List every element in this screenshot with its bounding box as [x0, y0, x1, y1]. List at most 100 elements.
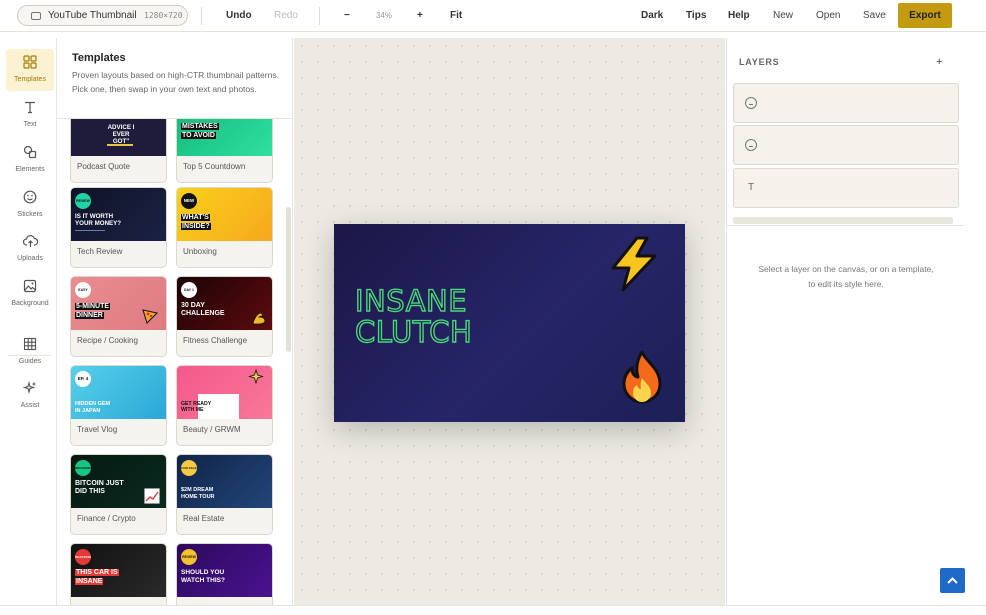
fit-button[interactable]: Fit — [450, 0, 462, 31]
open-button[interactable]: Open — [816, 0, 840, 31]
thumb-text: WHAT'S INSIDE? — [181, 213, 251, 231]
export-button[interactable]: Export — [898, 3, 952, 28]
template-label: Unboxing — [183, 247, 217, 256]
thumb-badge: REVIEW — [75, 193, 91, 209]
thumbnail-canvas[interactable]: INSANE CLUTCH — [334, 224, 685, 422]
thumb-text-line: HOME TOUR — [181, 494, 215, 500]
window-edge — [964, 38, 986, 615]
layers-panel: LAYERS + T Select a layer on the canvas,… — [726, 38, 965, 605]
smiley-icon — [6, 190, 54, 207]
template-label: Fitness Challenge — [183, 336, 248, 345]
tool-text[interactable]: Text — [6, 94, 54, 136]
template-card-tech-review[interactable]: REVIEW IS IT WORTH YOUR MONEY? Tech Revi… — [70, 187, 167, 268]
layer-item[interactable] — [733, 83, 959, 123]
dark-mode-button[interactable]: Dark — [641, 0, 663, 31]
chart-increasing-icon — [144, 488, 160, 504]
document-format-selector[interactable]: YouTube Thumbnail 1280×720 — [17, 5, 188, 26]
thumb-badge: NEW — [181, 193, 197, 209]
tool-elements[interactable]: Elements — [6, 139, 54, 181]
sparkles-icon — [248, 369, 264, 385]
template-label: Podcast Quote — [77, 162, 130, 171]
title-line: CLUTCH — [354, 315, 473, 349]
thumb-text-line: 5-MINUTE — [75, 303, 111, 310]
sparkle-icon — [6, 380, 54, 398]
text-icon: T — [747, 182, 755, 193]
undo-button[interactable]: Undo — [226, 0, 252, 31]
thumb-text-line: $2M DREAM — [181, 487, 214, 493]
template-thumbnail: REACTION THIS CAR IS INSANE — [71, 544, 166, 597]
template-thumbnail: EP. 4 HIDDEN GEM IN JAPAN — [71, 366, 166, 419]
thumb-text-line: INSIDE? — [181, 223, 211, 230]
guides-grid-icon — [6, 337, 54, 354]
template-label: Beauty / GRWM — [183, 425, 241, 434]
thumb-text-line: WHAT'S — [181, 214, 210, 221]
template-label: Top 5 Countdown — [183, 162, 246, 171]
template-card-finance-crypto[interactable]: BREAKING BITCOIN JUST DID THIS Finance /… — [70, 454, 167, 535]
template-card-watch-review[interactable]: REVIEW SHOULD YOU WATCH THIS? — [176, 543, 273, 605]
template-thumbnail: EASY 5-MINUTE DINNER — [71, 277, 166, 330]
template-card-travel-vlog[interactable]: EP. 4 HIDDEN GEM IN JAPAN Travel Vlog — [70, 365, 167, 446]
fire-icon[interactable] — [619, 350, 665, 408]
tool-background[interactable]: Background — [6, 273, 54, 315]
panel-title: Templates — [72, 52, 126, 64]
text-icon — [6, 100, 54, 117]
screen-icon — [31, 12, 41, 20]
upload-cloud-icon — [6, 234, 54, 251]
help-button[interactable]: Help — [728, 0, 750, 31]
thumb-badge: EASY — [75, 282, 91, 298]
tool-templates[interactable]: Templates — [6, 49, 54, 91]
template-card-beauty-grwm[interactable]: GET READY WITH ME Beauty / GRWM — [176, 365, 273, 446]
thumb-text-line: DID THIS — [75, 488, 105, 495]
thumb-text: BITCOIN JUST DID THIS — [75, 480, 145, 496]
layer-item[interactable] — [733, 125, 959, 165]
template-card-reaction[interactable]: REACTION THIS CAR IS INSANE — [70, 543, 167, 605]
tool-assist[interactable]: Assist — [6, 375, 54, 417]
template-card-unboxing[interactable]: NEW WHAT'S INSIDE? Unboxing — [176, 187, 273, 268]
divider — [319, 7, 320, 25]
layers-scrollbar[interactable] — [733, 217, 953, 224]
thumb-text: $2M DREAM HOME TOUR — [181, 487, 251, 501]
template-thumbnail: FOR SALE $2M DREAM HOME TOUR — [177, 455, 272, 508]
new-button[interactable]: New — [773, 0, 793, 31]
redo-button[interactable]: Redo — [274, 0, 298, 31]
template-grid: ADVICE I EVER GOT" Podcast Quote MISTAKE… — [57, 119, 292, 605]
zoom-out-button[interactable]: − — [344, 0, 350, 31]
tool-label: Uploads — [17, 255, 43, 262]
template-card-real-estate[interactable]: FOR SALE $2M DREAM HOME TOUR Real Estate — [176, 454, 273, 535]
tips-button[interactable]: Tips — [686, 0, 706, 31]
tool-guides[interactable]: Guides — [6, 331, 54, 373]
thumb-text: THIS CAR IS INSANE — [75, 569, 145, 586]
templates-scrollbar[interactable] — [286, 207, 291, 352]
template-thumbnail: ADVICE I EVER GOT" — [71, 119, 166, 156]
thumb-text-line: ADVICE I — [107, 124, 135, 131]
scroll-to-top-button[interactable] — [940, 568, 965, 593]
zoom-in-button[interactable]: + — [417, 0, 423, 31]
templates-panel: Templates Proven layouts based on high-C… — [57, 38, 293, 605]
save-button[interactable]: Save — [863, 0, 886, 31]
thumb-text-line: WATCH THIS? — [181, 577, 225, 584]
smiley-icon — [745, 97, 757, 109]
template-card-podcast-quote[interactable]: ADVICE I EVER GOT" Podcast Quote — [70, 119, 167, 183]
template-label: Tech Review — [77, 247, 123, 256]
layer-item[interactable]: T — [733, 168, 959, 208]
shapes-icon — [6, 145, 54, 162]
thumb-text-line: INSANE — [75, 577, 104, 585]
template-label: Real Estate — [183, 514, 225, 523]
tool-uploads[interactable]: Uploads — [6, 228, 54, 270]
tool-stickers[interactable]: Stickers — [6, 184, 54, 226]
divider — [727, 225, 965, 226]
tool-rail: Templates Text Elements Stickers Uploads… — [0, 38, 57, 605]
thumb-badge: FOR SALE — [181, 460, 197, 476]
template-card-fitness-challenge[interactable]: DAY 1 30 DAY CHALLENGE Fitness Challenge — [176, 276, 273, 357]
smiley-icon — [745, 139, 757, 151]
canvas-area[interactable]: INSANE CLUTCH — [294, 38, 725, 605]
tool-label: Guides — [18, 358, 42, 365]
add-layer-button[interactable]: + — [936, 56, 942, 68]
template-card-top-5-countdown[interactable]: MISTAKES TO AVOID Top 5 Countdown — [176, 119, 273, 183]
template-card-recipe-cooking[interactable]: EASY 5-MINUTE DINNER Recipe / Cooking — [70, 276, 167, 357]
lightning-icon[interactable] — [607, 236, 661, 292]
canvas-title-text[interactable]: INSANE CLUTCH — [354, 285, 473, 349]
thumb-text: MISTAKES TO AVOID — [181, 122, 251, 140]
document-name: YouTube Thumbnail — [48, 10, 137, 21]
divider — [201, 7, 202, 25]
